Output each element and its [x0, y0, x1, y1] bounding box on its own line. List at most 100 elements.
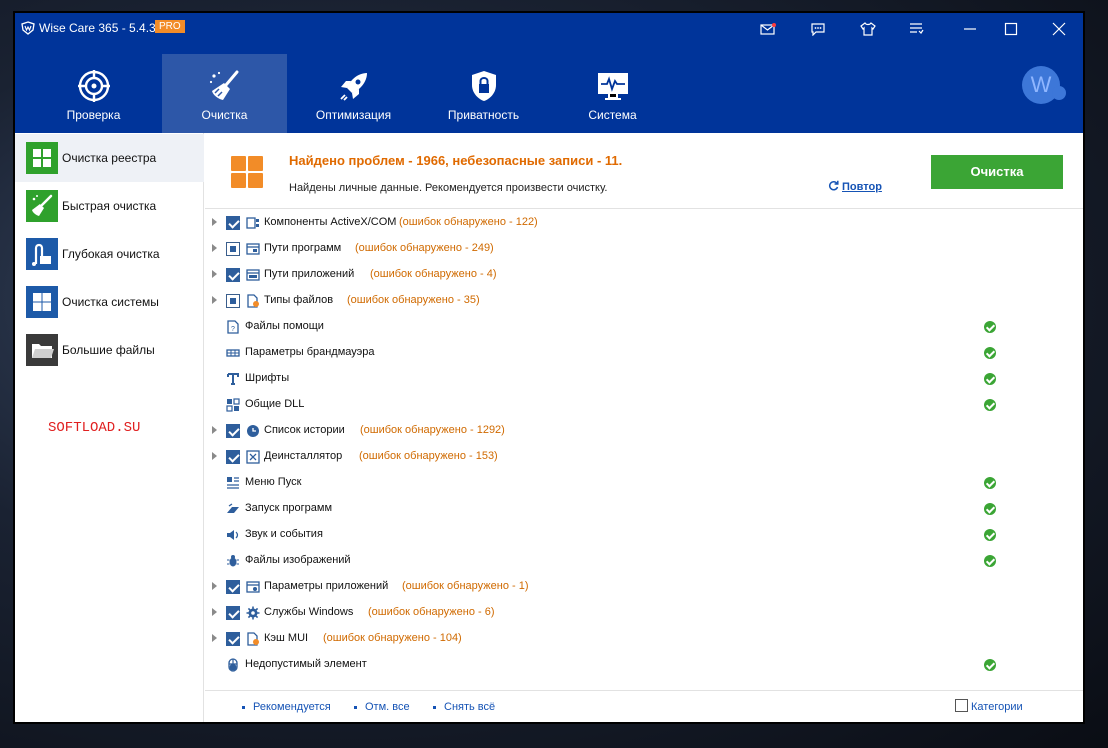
watermark: SOFTLOAD.SU: [48, 420, 141, 436]
list-item[interactable]: Файлы изображений: [205, 548, 1083, 574]
mail-icon[interactable]: [755, 18, 781, 40]
sidebar-item-large-files[interactable]: Большие файлы: [15, 326, 204, 374]
ok-check-icon: [984, 503, 996, 515]
expand-arrow-icon[interactable]: [212, 608, 217, 616]
tab-optimize[interactable]: Оптимизация: [291, 54, 416, 133]
item-error-count: (ошибок обнаружено - 4): [370, 268, 497, 280]
monitor-icon: [597, 73, 628, 100]
item-checkbox[interactable]: [226, 242, 240, 256]
list-item[interactable]: Деинсталлятор (ошибок обнаружено - 153): [205, 444, 1083, 470]
list-item[interactable]: Шрифты: [205, 366, 1083, 392]
app-settings-icon: [246, 581, 260, 593]
item-checkbox[interactable]: [226, 632, 240, 646]
expand-arrow-icon[interactable]: [212, 452, 217, 460]
list-item[interactable]: Меню Пуск: [205, 470, 1083, 496]
item-label: Компоненты ActiveX/COM: [264, 216, 397, 228]
item-label: Деинсталлятор: [264, 450, 343, 462]
menu-icon[interactable]: [903, 18, 929, 40]
list-item[interactable]: Пути программ (ошибок обнаружено - 249): [205, 236, 1083, 262]
list-item[interactable]: Недопустимый элемент: [205, 652, 1083, 678]
deselect-all-link[interactable]: Снять всё: [433, 701, 495, 713]
rocket-icon: [339, 73, 367, 101]
list-item[interactable]: Службы Windows (ошибок обнаружено - 6): [205, 600, 1083, 626]
sidebar-item-deep-clean[interactable]: Глубокая очистка: [15, 230, 204, 278]
item-checkbox[interactable]: [226, 424, 240, 438]
expand-arrow-icon[interactable]: [212, 426, 217, 434]
expand-arrow-icon[interactable]: [212, 634, 217, 642]
item-checkbox[interactable]: [226, 450, 240, 464]
categories-button[interactable]: Категории: [955, 699, 1023, 713]
ok-check-icon: [984, 477, 996, 489]
main-nav: Проверка Очистка Оптимизация Приватность…: [15, 53, 1083, 133]
uninstaller-icon: [246, 450, 260, 464]
item-label: Пути приложений: [264, 268, 355, 280]
sidebar-item-registry[interactable]: Очистка реестра: [15, 134, 204, 182]
sidebar-item-label: Глубокая очистка: [62, 247, 160, 261]
deselect-all-label: Снять всё: [444, 701, 496, 713]
tab-privacy[interactable]: Приватность: [421, 54, 546, 133]
list-item[interactable]: Параметры приложений (ошибок обнаружено …: [205, 574, 1083, 600]
repeat-scan-link[interactable]: Повтор: [828, 180, 882, 193]
component-icon: [246, 217, 259, 229]
windows-icon: [26, 286, 58, 318]
chat-icon[interactable]: [805, 18, 831, 40]
app-path-icon: [246, 269, 260, 281]
list-item[interactable]: Запуск программ: [205, 496, 1083, 522]
item-label: Параметры брандмауэра: [245, 346, 375, 358]
refresh-icon: [828, 180, 839, 191]
item-error-count: (ошибок обнаружено - 1292): [360, 424, 505, 436]
sidebar-item-system-clean[interactable]: Очистка системы: [15, 278, 204, 326]
sidebar-item-label: Очистка реестра: [62, 151, 157, 165]
item-error-count: (ошибок обнаружено - 122): [399, 216, 538, 228]
brush-icon: [26, 190, 58, 222]
svg-text:?: ?: [231, 326, 235, 333]
item-label: Кэш MUI: [264, 632, 309, 644]
list-item[interactable]: ? Файлы помощи: [205, 314, 1083, 340]
tab-system[interactable]: Система: [550, 54, 675, 133]
list-item[interactable]: Список истории (ошибок обнаружено - 1292…: [205, 418, 1083, 444]
item-error-count: (ошибок обнаружено - 1): [402, 580, 529, 592]
list-item[interactable]: Параметры брандмауэра: [205, 340, 1083, 366]
app-title: Wise Care 365 - 5.4.3: [39, 21, 156, 35]
item-label: Пути программ: [264, 242, 342, 254]
header-divider: [205, 208, 1083, 209]
list-item[interactable]: Пути приложений (ошибок обнаружено - 4): [205, 262, 1083, 288]
ok-check-icon: [984, 555, 996, 567]
tab-clean[interactable]: Очистка: [162, 54, 287, 133]
select-all-link[interactable]: Отм. все: [354, 701, 410, 713]
expand-arrow-icon[interactable]: [212, 270, 217, 278]
expand-arrow-icon[interactable]: [212, 244, 217, 252]
item-checkbox[interactable]: [226, 606, 240, 620]
shirt-icon[interactable]: [855, 18, 881, 40]
item-label: Файлы изображений: [245, 554, 351, 566]
item-checkbox[interactable]: [226, 580, 240, 594]
grid-alert-icon: [231, 156, 263, 188]
recommended-link[interactable]: Рекомендуется: [242, 701, 331, 713]
start-menu-icon: [227, 477, 239, 489]
speaker-icon: [227, 530, 239, 540]
sidebar: Очистка реестра Быстрая очистка Глубокая…: [15, 133, 204, 722]
list-item[interactable]: Компоненты ActiveX/COM (ошибок обнаружен…: [205, 210, 1083, 236]
expand-arrow-icon[interactable]: [212, 582, 217, 590]
clean-button[interactable]: Очистка: [931, 155, 1063, 189]
pro-badge: PRO: [155, 20, 185, 33]
sidebar-item-quick-clean[interactable]: Быстрая очистка: [15, 182, 204, 230]
item-label: Звук и события: [245, 528, 323, 540]
expand-arrow-icon[interactable]: [212, 218, 217, 226]
tab-clean-label: Очистка: [201, 108, 248, 122]
item-checkbox[interactable]: [226, 294, 240, 308]
list-item[interactable]: Общие DLL: [205, 392, 1083, 418]
item-label: Файлы помощи: [245, 320, 324, 332]
tab-check[interactable]: Проверка: [31, 54, 156, 133]
list-item[interactable]: Звук и события: [205, 522, 1083, 548]
close-icon[interactable]: [1046, 18, 1072, 40]
list-item[interactable]: Типы файлов (ошибок обнаружено - 35): [205, 288, 1083, 314]
ok-check-icon: [984, 399, 996, 411]
expand-arrow-icon[interactable]: [212, 296, 217, 304]
item-label: Общие DLL: [245, 398, 305, 410]
item-checkbox[interactable]: [226, 216, 240, 230]
item-checkbox[interactable]: [226, 268, 240, 282]
maximize-icon[interactable]: [998, 18, 1024, 40]
minimize-icon[interactable]: [957, 18, 983, 40]
list-item[interactable]: Кэш MUI (ошибок обнаружено - 104): [205, 626, 1083, 652]
